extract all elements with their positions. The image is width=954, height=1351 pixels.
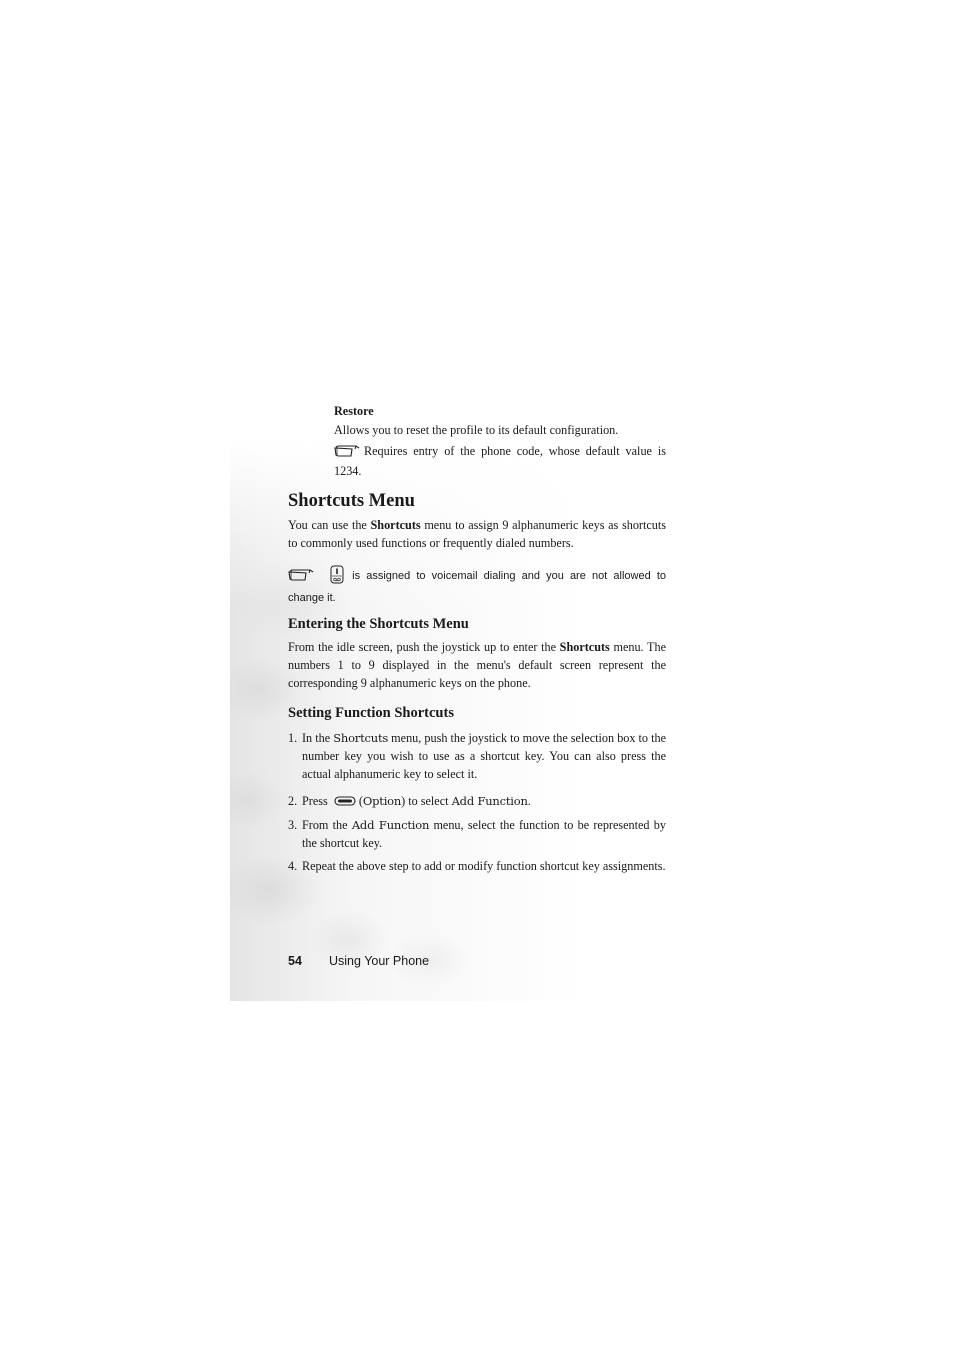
- restore-section: Restore Allows you to reset the profile …: [334, 403, 666, 480]
- pointing-hand-icon: [334, 445, 360, 463]
- step-text: Press: [302, 794, 331, 808]
- step-text: In the: [302, 731, 334, 745]
- intro-bold-shortcuts: Shortcuts: [370, 518, 421, 532]
- page-number: 54: [288, 954, 302, 968]
- ui-term-option: Option: [362, 794, 402, 808]
- footer-section-title: Using Your Phone: [329, 954, 430, 968]
- shortcuts-menu-heading: Shortcuts Menu: [288, 491, 415, 511]
- entering-text: From the idle screen, push the joystick …: [288, 640, 560, 654]
- restore-title: Restore: [334, 404, 374, 418]
- setting-function-shortcuts-heading: Setting Function Shortcuts: [288, 705, 454, 721]
- intro-text: You can use the: [288, 518, 371, 532]
- step-text-mid: ) to select: [401, 794, 452, 808]
- ui-term-add-function: Add Function: [451, 794, 528, 808]
- entering-shortcuts-heading: Entering the Shortcuts Menu: [288, 616, 469, 632]
- pointing-hand-icon: [288, 569, 314, 588]
- voicemail-note: is assigned to voicemail dialing and you…: [288, 565, 666, 607]
- key-1-voicemail-icon: [330, 565, 344, 590]
- step-number: 3.: [288, 818, 298, 832]
- shortcuts-intro: You can use the Shortcuts menu to assign…: [288, 516, 666, 552]
- list-item: 1. In the Shortcuts menu, push the joyst…: [288, 729, 666, 783]
- step-text: From the: [302, 818, 352, 832]
- ui-term-shortcuts: Shortcuts: [333, 731, 389, 745]
- list-item: 4. Repeat the above step to add or modif…: [288, 857, 666, 875]
- step-number: 1.: [288, 731, 298, 745]
- step-number: 2.: [288, 794, 298, 808]
- page-footer: 54 Using Your Phone: [288, 954, 429, 968]
- step-number: 4.: [288, 859, 298, 873]
- step-text-end: .: [527, 794, 531, 808]
- paren: (: [355, 794, 363, 808]
- entering-bold-shortcuts: Shortcuts: [559, 640, 610, 654]
- restore-note: Requires entry of the phone code, whose …: [334, 443, 666, 480]
- setting-steps-list: 1. In the Shortcuts menu, push the joyst…: [288, 729, 666, 875]
- list-item: 3. From the Add Function menu, select th…: [288, 816, 666, 852]
- ui-term-add-function: Add Function: [351, 818, 430, 832]
- entering-shortcuts-text: From the idle screen, push the joystick …: [288, 638, 666, 692]
- restore-note-text: Requires entry of the phone code, whose …: [334, 444, 666, 478]
- restore-description: Allows you to reset the profile to its d…: [334, 423, 619, 437]
- list-item: 2. Press (Option) to select Add Function…: [288, 792, 666, 811]
- option-softkey-icon: [334, 793, 356, 811]
- voicemail-note-text: is assigned to voicemail dialing and you…: [288, 570, 666, 604]
- step-text: Repeat the above step to add or modify f…: [302, 859, 666, 873]
